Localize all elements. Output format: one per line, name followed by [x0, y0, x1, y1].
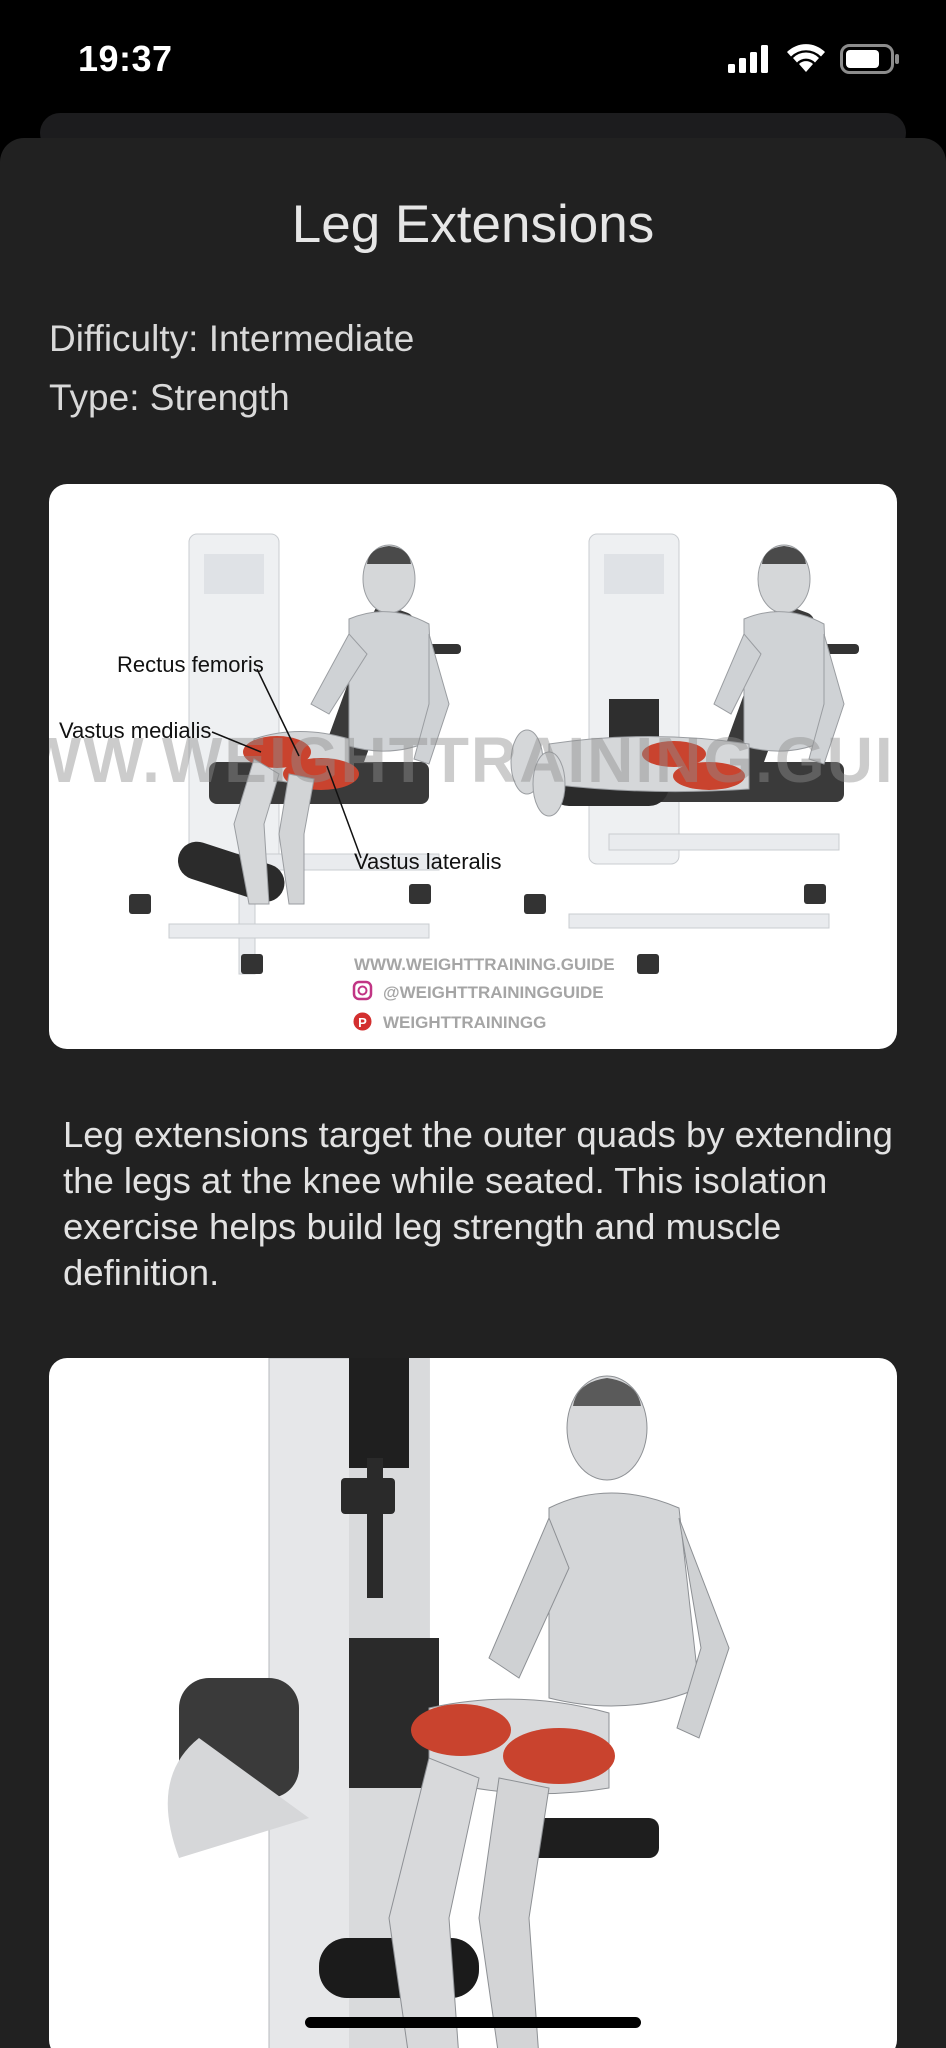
credit-pinterest: WEIGHTTRAININGG: [383, 1013, 546, 1032]
label-rectus-femoris: Rectus femoris: [117, 652, 264, 677]
label-vastus-medialis: Vastus medialis: [59, 718, 211, 743]
status-time: 19:37: [78, 38, 173, 79]
battery-icon: [840, 44, 899, 74]
credit-instagram: @WEIGHTTRAININGGUIDE: [383, 983, 604, 1002]
anatomy-illustration: WWW.WEIGHTTRAINING.GUIDE Rectus femoris …: [49, 484, 897, 1049]
exercise-photo: [49, 1358, 897, 2048]
status-icons: [728, 44, 900, 74]
credit-website: WWW.WEIGHTTRAINING.GUIDE: [354, 955, 615, 974]
type-label: Type: Strength: [49, 377, 290, 418]
exercise-detail-sheet[interactable]: Leg Extensions Difficulty: Intermediate …: [0, 138, 946, 2048]
exercise-photo-graphic: [167, 1358, 730, 2048]
difficulty-label: Difficulty: Intermediate: [49, 318, 415, 359]
home-indicator[interactable]: [305, 2017, 641, 2028]
exercise-description: Leg extensions target the outer quads by…: [63, 1114, 893, 1293]
wifi-icon: [787, 44, 825, 72]
cellular-signal-icon: [728, 45, 768, 73]
anatomy-illustration-graphic: WWW.WEIGHTTRAINING.GUIDE Rectus femoris …: [49, 533, 897, 1032]
exercise-title: Leg Extensions: [291, 195, 655, 254]
label-vastus-lateralis: Vastus lateralis: [354, 849, 502, 874]
svg-text:P: P: [358, 1015, 367, 1030]
status-bar: 19:37: [0, 0, 946, 120]
instagram-icon: [352, 980, 373, 1001]
